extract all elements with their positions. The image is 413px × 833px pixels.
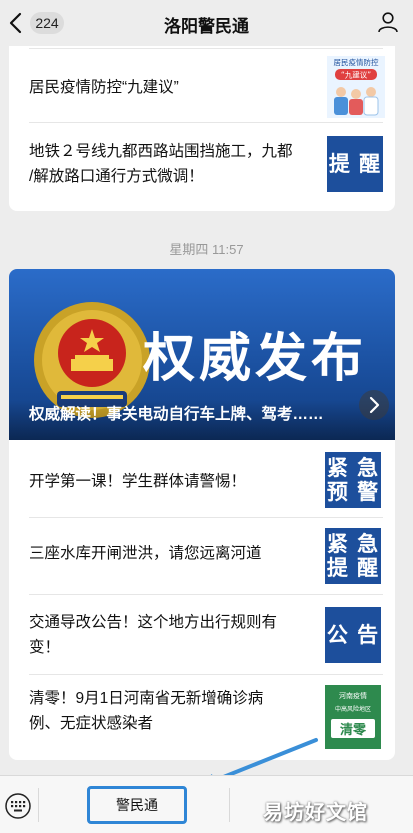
article-thumbnail: 紧 急 预 警 [325,452,381,508]
article-title-line2: 变！ [29,639,61,656]
banner-caption: 权威解读！事关电动自行车上牌、驾考…… [29,406,324,423]
epidemic-poster-image: 居民疫情防控 “九建议” [327,56,385,118]
thumb-label-line2: 预 警 [326,479,380,504]
article-thumbnail: 公 告 [325,607,381,663]
thumb-label-line2: 提 醒 [326,555,380,580]
article-title-line2: /解放路口通行方式微调！ [29,168,204,185]
divider [29,517,383,518]
list-item[interactable]: 三座水库开闸泄洪，请您远离河道 紧 急 提 醒 [9,521,395,591]
menu-separator [38,788,39,822]
keyboard-toggle-icon[interactable] [5,793,31,819]
article-thumbnail: 居民疫情防控 “九建议” [327,56,385,118]
article-thumbnail: 河南疫情 中高风险地区 清零 [325,685,381,749]
divider [29,48,383,49]
thumb-label-line1: 紧 急 [326,455,380,480]
featured-article-banner[interactable]: 权威发布 权威解读！事关电动自行车上牌、驾考…… [9,269,395,440]
profile-icon[interactable] [377,11,399,33]
thumb-title: 居民疫情防控 [334,57,379,67]
bottom-menu-bar: 警民通 易坊好文馆 [0,775,413,833]
article-thumbnail: 提 醒 [327,136,383,192]
watermark-text: 易坊好文馆 [263,802,368,824]
thumb-big-label: 清零 [331,719,375,738]
thumb-top-label: 河南疫情 [339,693,367,700]
list-item[interactable]: 居民疫情防控“九建议” 居民疫情防控 “九建议” [9,54,395,120]
list-item[interactable]: 交通导改公告！这个地方出行规则有 变！ 公 告 [9,599,395,671]
thumb-label: 公 告 [326,622,380,647]
article-title-line1: 清零！9月1日河南省无新增确诊病 [29,690,264,707]
thumb-label: 提 醒 [328,151,382,176]
article-card-previous: 居民疫情防控“九建议” 居民疫情防控 “九建议” 地铁２号线九都西路站围挡施工，… [9,46,395,211]
menu-separator [229,788,230,822]
list-item[interactable]: 开学第一课！学生群体请警惕！ 紧 急 预 警 [9,445,395,515]
article-title-line1: 交通导改公告！这个地方出行规则有 [29,614,278,631]
article-title: 三座水库开闸泄洪，请您远离河道 [29,545,262,562]
divider [29,122,383,123]
banner-headline: 权威发布 [143,328,368,389]
chevron-right-icon [369,396,380,414]
banner-next-button[interactable] [359,390,389,420]
article-title-line1: 地铁２号线九都西路站围挡施工，九都 [29,143,293,160]
article-title: 开学第一课！学生群体请警惕！ [29,473,247,490]
divider [29,674,383,675]
list-item[interactable]: 地铁２号线九都西路站围挡施工，九都 /解放路口通行方式微调！ 提 醒 [9,132,395,200]
divider [29,594,383,595]
message-timestamp: 星期四 11:57 [169,242,244,257]
article-title: 居民疫情防控“九建议” [29,79,179,96]
thumb-mid-label: 中高风险地区 [334,707,371,713]
article-title-line2: 例、无症状感染者 [29,715,154,732]
thumb-subtitle: “九建议” [341,70,371,80]
thumb-label-line1: 紧 急 [326,531,380,556]
menu-button-jingmintong[interactable]: 警民通 [87,786,187,824]
article-card: 权威发布 权威解读！事关电动自行车上牌、驾考…… 开学第一课！学生群体请警惕！ … [9,269,395,760]
nav-header: 224 洛阳警民通 [0,0,413,46]
page-title: 洛阳警民通 [164,17,249,36]
article-thumbnail: 紧 急 提 醒 [325,528,381,584]
